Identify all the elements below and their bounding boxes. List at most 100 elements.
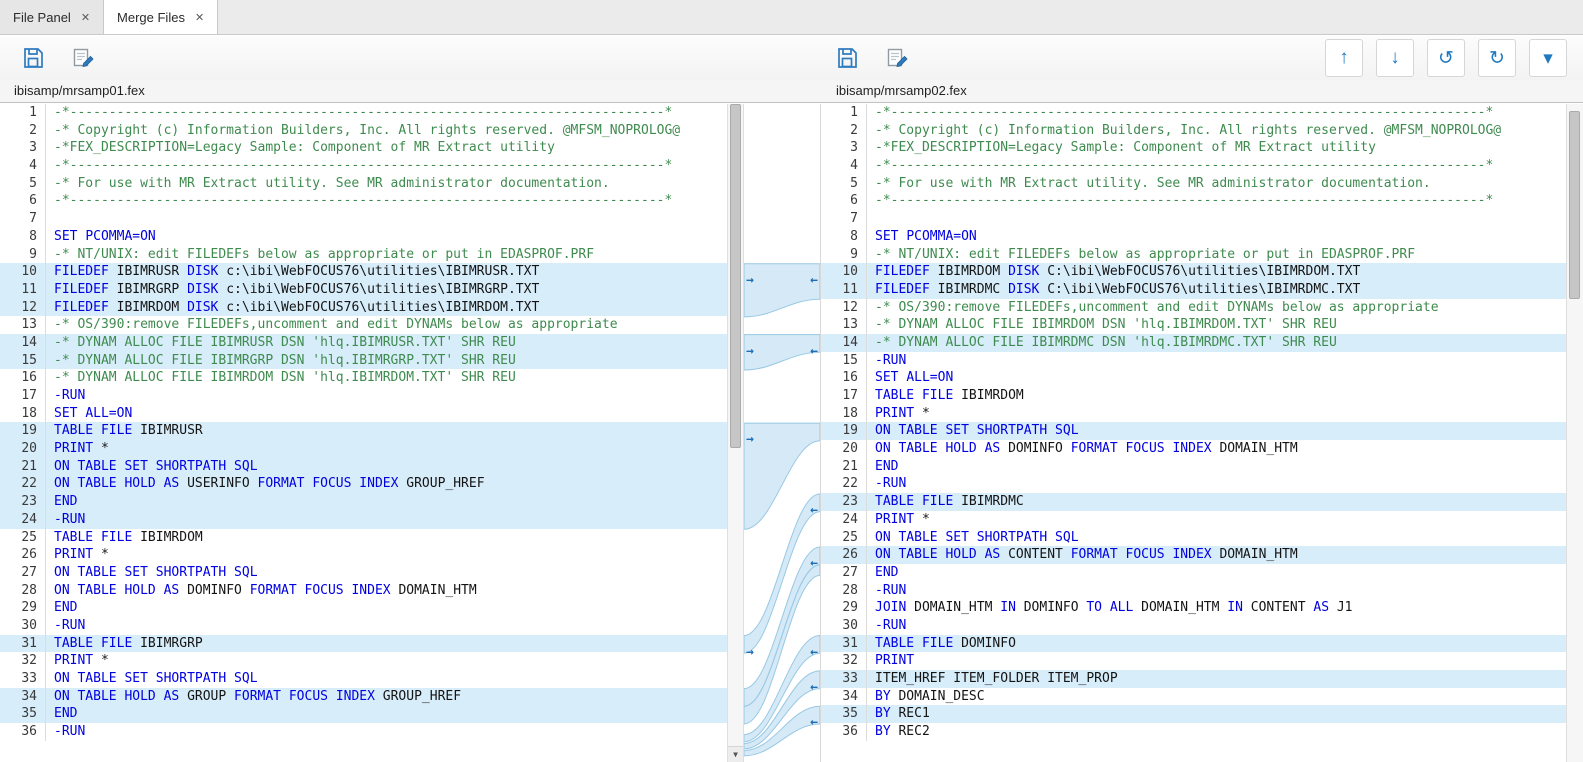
code-line[interactable]: 27ON TABLE SET SHORTPATH SQL [0,564,727,582]
code-line[interactable]: 19TABLE FILE IBIMRUSR [0,422,727,440]
code-line[interactable]: 1-*-------------------------------------… [0,104,727,122]
code-line[interactable]: 23TABLE FILE IBIMRDMC [821,493,1566,511]
code-line[interactable]: 23END [0,493,727,511]
code-line[interactable]: 20PRINT * [0,440,727,458]
code-line[interactable]: 29END [0,599,727,617]
code-line[interactable]: 15-RUN [821,352,1566,370]
code-line[interactable]: 8SET PCOMMA=ON [0,228,727,246]
code-line[interactable]: 8SET PCOMMA=ON [821,228,1566,246]
code-line[interactable]: 16SET ALL=ON [821,369,1566,387]
code-line[interactable]: 22ON TABLE HOLD AS USERINFO FORMAT FOCUS… [0,475,727,493]
scrollbar-thumb[interactable] [1569,111,1580,299]
code-line[interactable]: 20ON TABLE HOLD AS DOMINFO FORMAT FOCUS … [821,440,1566,458]
code-line[interactable]: 30-RUN [821,617,1566,635]
code-line[interactable]: 21END [821,458,1566,476]
code-line[interactable]: 6-*-------------------------------------… [0,192,727,210]
code-line[interactable]: 11FILEDEF IBIMRGRP DISK c:\ibi\WebFOCUS7… [0,281,727,299]
merge-left-arrow[interactable]: ← [810,345,818,358]
code-line[interactable]: 26ON TABLE HOLD AS CONTENT FORMAT FOCUS … [821,546,1566,564]
more-button[interactable]: ▾ [1529,39,1567,77]
merge-right-arrow[interactable]: → [746,274,754,287]
code-line[interactable]: 1-*-------------------------------------… [821,104,1566,122]
merge-left-arrow[interactable]: ← [810,681,818,694]
code-line[interactable]: 31TABLE FILE IBIMRGRP [0,635,727,653]
merge-right-arrow[interactable]: → [746,646,754,659]
code-line[interactable]: 15-* DYNAM ALLOC FILE IBIMRGRP DSN 'hlq.… [0,352,727,370]
code-line[interactable]: 32PRINT [821,652,1566,670]
tab-file-panel[interactable]: File Panel✕ [0,0,104,34]
merge-left-arrow[interactable]: ← [810,716,818,729]
code-line[interactable]: 14-* DYNAM ALLOC FILE IBIMRDMC DSN 'hlq.… [821,334,1566,352]
code-line[interactable]: 35BY REC1 [821,705,1566,723]
code-line[interactable]: 35END [0,705,727,723]
merge-left-arrow[interactable]: ← [810,557,818,570]
merge-left-arrow[interactable]: ← [810,274,818,287]
edit-left-button[interactable] [64,39,102,77]
code-line[interactable]: 34BY DOMAIN_DESC [821,688,1566,706]
code-line[interactable]: 27END [821,564,1566,582]
code-line[interactable]: 12FILEDEF IBIMRDOM DISK c:\ibi\WebFOCUS7… [0,299,727,317]
code-line[interactable]: 10FILEDEF IBIMRDOM DISK C:\ibi\WebFOCUS7… [821,263,1566,281]
move-up-button[interactable]: ↑ [1325,39,1363,77]
code-line[interactable]: 3-*FEX_DESCRIPTION=Legacy Sample: Compon… [0,139,727,157]
merge-right-arrow[interactable]: → [746,345,754,358]
code-line[interactable]: 31TABLE FILE DOMINFO [821,635,1566,653]
code-line[interactable]: 11FILEDEF IBIMRDMC DISK C:\ibi\WebFOCUS7… [821,281,1566,299]
code-line[interactable]: 32PRINT * [0,652,727,670]
save-left-button[interactable] [14,39,52,77]
code-line[interactable]: 18SET ALL=ON [0,405,727,423]
code-line[interactable]: 34ON TABLE HOLD AS GROUP FORMAT FOCUS IN… [0,688,727,706]
code-line[interactable]: 4-*-------------------------------------… [821,157,1566,175]
code-line[interactable]: 13-* OS/390:remove FILEDEFs,uncomment an… [0,316,727,334]
code-line[interactable]: 7 [821,210,1566,228]
code-line[interactable]: 13-* DYNAM ALLOC FILE IBIMRDOM DSN 'hlq.… [821,316,1566,334]
merge-left-arrow[interactable]: ← [810,504,818,517]
save-right-button[interactable] [828,39,866,77]
code-line[interactable]: 25TABLE FILE IBIMRDOM [0,529,727,547]
code-line[interactable]: 18PRINT * [821,405,1566,423]
code-line[interactable]: 24PRINT * [821,511,1566,529]
code-line[interactable]: 2-* Copyright (c) Information Builders, … [0,122,727,140]
redo-button[interactable]: ↻ [1478,39,1516,77]
move-down-button[interactable]: ↓ [1376,39,1414,77]
code-line[interactable]: 21ON TABLE SET SHORTPATH SQL [0,458,727,476]
code-line[interactable]: 10FILEDEF IBIMRUSR DISK c:\ibi\WebFOCUS7… [0,263,727,281]
close-icon[interactable]: ✕ [195,11,204,24]
code-line[interactable]: 30-RUN [0,617,727,635]
code-line[interactable]: 26PRINT * [0,546,727,564]
code-line[interactable]: 33ON TABLE SET SHORTPATH SQL [0,670,727,688]
scrollbar-thumb[interactable] [730,104,741,448]
undo-button[interactable]: ↺ [1427,39,1465,77]
code-line[interactable]: 17TABLE FILE IBIMRDOM [821,387,1566,405]
code-line[interactable]: 9-* NT/UNIX: edit FILEDEFs below as appr… [0,246,727,264]
tab-merge-files[interactable]: Merge Files✕ [104,0,218,34]
merge-left-arrow[interactable]: ← [810,646,818,659]
code-line[interactable]: 16-* DYNAM ALLOC FILE IBIMRDOM DSN 'hlq.… [0,369,727,387]
code-line[interactable]: 5-* For use with MR Extract utility. See… [821,175,1566,193]
merge-right-arrow[interactable]: → [746,433,754,446]
close-icon[interactable]: ✕ [81,11,90,24]
scroll-down-button[interactable]: ▼ [728,746,743,762]
code-line[interactable]: 9-* NT/UNIX: edit FILEDEFs below as appr… [821,246,1566,264]
code-line[interactable]: 33ITEM_HREF ITEM_FOLDER ITEM_PROP [821,670,1566,688]
code-line[interactable]: 22-RUN [821,475,1566,493]
code-line[interactable]: 17-RUN [0,387,727,405]
code-line[interactable]: 5-* For use with MR Extract utility. See… [0,175,727,193]
edit-right-button[interactable] [878,39,916,77]
code-line[interactable]: 28-RUN [821,582,1566,600]
code-line[interactable]: 25ON TABLE SET SHORTPATH SQL [821,529,1566,547]
code-line[interactable]: 19ON TABLE SET SHORTPATH SQL [821,422,1566,440]
code-line[interactable]: 3-*FEX_DESCRIPTION=Legacy Sample: Compon… [821,139,1566,157]
code-line[interactable]: 36-RUN [0,723,727,741]
code-line[interactable]: 4-*-------------------------------------… [0,157,727,175]
right-scrollbar[interactable] [1566,104,1583,762]
code-line[interactable]: 36BY REC2 [821,723,1566,741]
code-line[interactable]: 12-* OS/390:remove FILEDEFs,uncomment an… [821,299,1566,317]
code-line[interactable]: 24-RUN [0,511,727,529]
left-scrollbar[interactable]: ▼ [727,104,744,762]
code-line[interactable]: 29JOIN DOMAIN_HTM IN DOMINFO TO ALL DOMA… [821,599,1566,617]
code-line[interactable]: 2-* Copyright (c) Information Builders, … [821,122,1566,140]
code-line[interactable]: 6-*-------------------------------------… [821,192,1566,210]
code-line[interactable]: 28ON TABLE HOLD AS DOMINFO FORMAT FOCUS … [0,582,727,600]
code-line[interactable]: 14-* DYNAM ALLOC FILE IBIMRUSR DSN 'hlq.… [0,334,727,352]
